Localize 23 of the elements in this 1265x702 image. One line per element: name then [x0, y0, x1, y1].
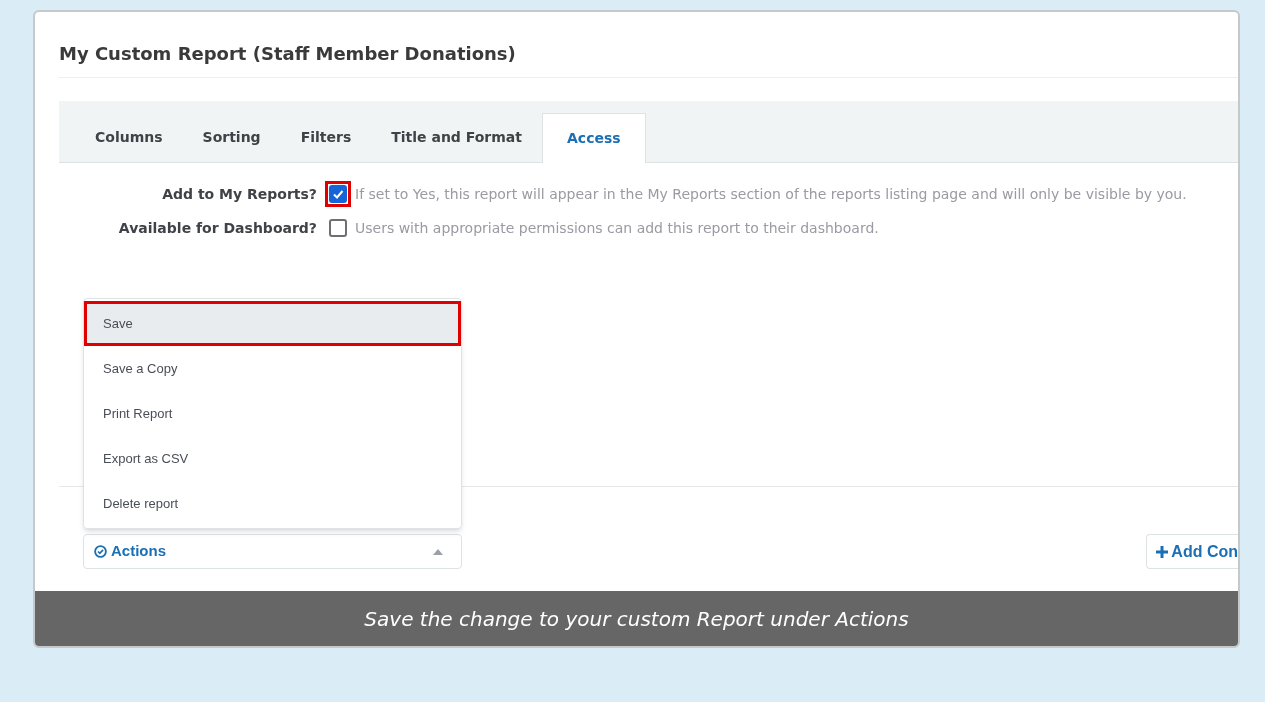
- tab[interactable]: Filters: [280, 112, 372, 162]
- option-label: Available for Dashboard?: [117, 218, 318, 238]
- check-circle-icon: [94, 545, 107, 558]
- checkbox[interactable]: [325, 181, 351, 207]
- tab[interactable]: Sorting: [182, 112, 281, 162]
- check-icon: [332, 188, 344, 200]
- actions-dropdown-button[interactable]: Actions: [83, 534, 462, 569]
- plus-icon: [1156, 545, 1169, 558]
- tab[interactable]: Title and Format: [371, 112, 542, 162]
- add-button[interactable]: Add Con: [1146, 534, 1238, 569]
- caption-text: Save the change to your custom Report under Actions: [364, 605, 909, 633]
- menu-item[interactable]: Save a Copy: [84, 346, 461, 391]
- option-label: Add to My Reports?: [161, 184, 318, 204]
- menu-item[interactable]: Save: [84, 301, 461, 346]
- menu-item[interactable]: Print Report: [84, 391, 461, 436]
- caret-icon: [433, 548, 443, 555]
- tab[interactable]: Columns: [75, 112, 183, 162]
- option-hint: Users with appropriate permissions can add this report to their dashboard.: [355, 218, 879, 238]
- option-hint: If set to Yes, this report will appear in the My Reports section of the reports listing page and will only be visible by you.: [355, 184, 1187, 204]
- report-title: My Custom Report (Staff Member Donations): [59, 42, 517, 66]
- menu-item[interactable]: Export as CSV: [84, 436, 461, 481]
- menu-item[interactable]: Delete report: [84, 481, 461, 526]
- tab[interactable]: Access: [542, 113, 646, 163]
